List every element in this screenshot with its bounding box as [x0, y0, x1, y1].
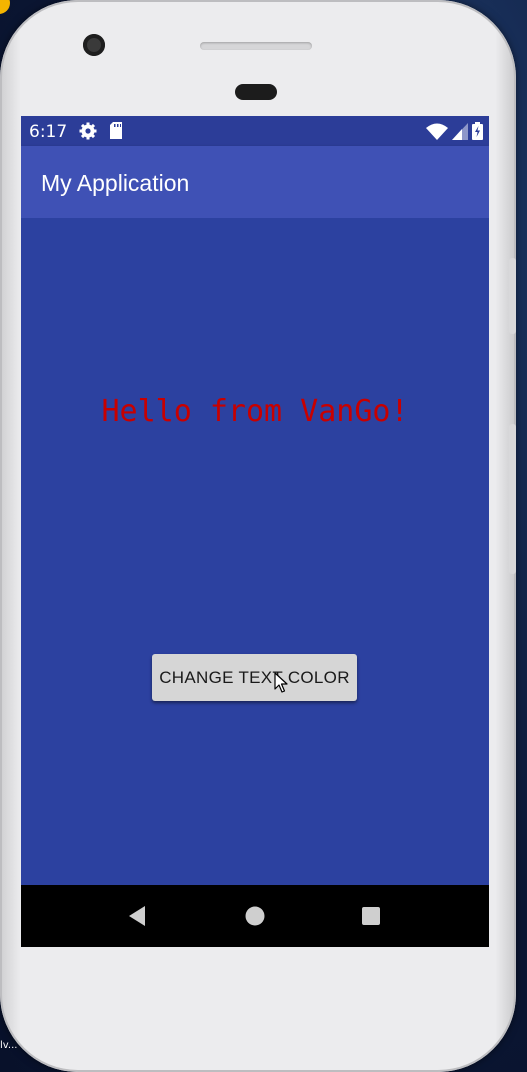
- signal-icon: [452, 122, 468, 144]
- wifi-icon: [426, 123, 448, 144]
- app-title: My Application: [41, 170, 190, 196]
- status-bar: 6:17: [21, 116, 489, 146]
- mouse-cursor-icon: [274, 672, 288, 698]
- change-text-color-button[interactable]: CHANGE TEXT COLOR: [152, 654, 357, 701]
- status-time: 6:17: [29, 122, 68, 142]
- sd-card-icon: [109, 122, 123, 144]
- hello-text: Hello from VanGo!: [101, 394, 409, 429]
- gear-icon: [79, 122, 97, 144]
- front-camera-icon: [83, 34, 105, 56]
- desktop-icon: [0, 0, 10, 14]
- battery-icon: [472, 122, 483, 144]
- recents-icon[interactable]: [358, 903, 384, 929]
- app-bar: My Application: [21, 146, 489, 218]
- power-button: [509, 424, 516, 574]
- back-icon[interactable]: [125, 903, 151, 929]
- volume-button: [509, 258, 516, 334]
- main-content: Hello from VanGo! CHANGE TEXT COLOR: [21, 218, 489, 885]
- proximity-sensor: [235, 84, 277, 100]
- phone-screen: 6:17 My Application Hello from VanGo! CH…: [21, 116, 489, 947]
- phone-frame: 6:17 My Application Hello from VanGo! CH…: [0, 0, 516, 1072]
- navigation-bar: [21, 885, 489, 947]
- home-icon[interactable]: [242, 903, 268, 929]
- desktop-label: lv...: [0, 1040, 18, 1051]
- earpiece-speaker: [200, 42, 312, 50]
